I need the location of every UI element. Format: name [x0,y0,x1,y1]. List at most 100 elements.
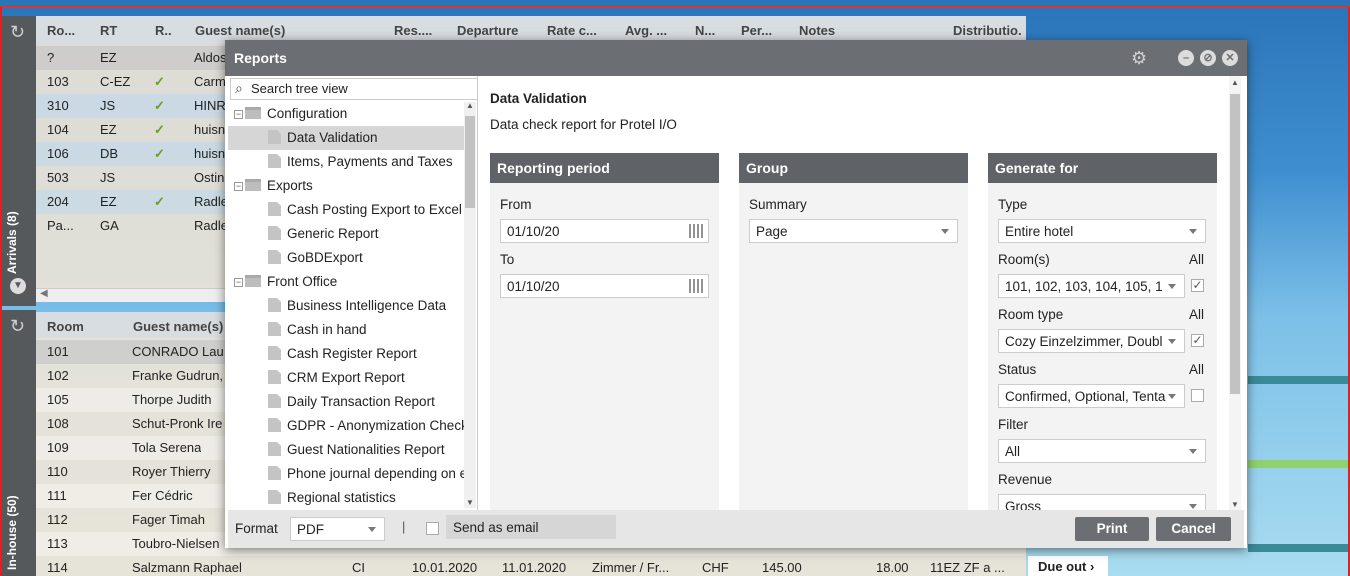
room-cell: 101 [47,344,69,359]
tree-label: Daily Transaction Report [287,394,435,409]
folder-icon [245,107,261,119]
check-icon: ✓ [154,74,165,89]
filter-select[interactable]: All [998,439,1206,463]
departure-cell: 11.01.2020 [502,560,567,575]
restore-icon[interactable]: ⊘ [1200,50,1216,66]
tree-folder-configuration[interactable]: − Configuration [234,102,347,126]
tree-folder-exports[interactable]: − Exports [234,174,313,198]
col-header[interactable]: Ro... [47,23,97,38]
close-icon[interactable]: ✕ [1222,50,1238,66]
scroll-up-icon[interactable]: ▲ [1231,78,1239,87]
send-email-checkbox[interactable] [426,522,439,535]
col-header[interactable]: Per... [741,23,786,38]
col-header[interactable]: Departure [457,23,537,38]
tree-folder-front-office[interactable]: − Front Office [234,270,337,294]
col-header[interactable]: R.. [155,23,180,38]
from-date-input[interactable]: 01/10/20 [500,219,709,243]
scroll-thumb[interactable] [465,116,475,208]
col-header[interactable]: N... [695,23,725,38]
col-header[interactable]: Notes [799,23,909,38]
report-settings-pane: Data Validation Data check report for Pr… [479,76,1231,510]
tree-item[interactable]: Cash Posting Export to Excel [268,198,462,222]
tree-item[interactable]: Guest Nationalities Report [268,438,445,462]
col-header[interactable]: Res.... [394,23,444,38]
currency-cell: CHF [702,560,729,575]
file-icon [268,154,281,168]
type-select[interactable]: Entire hotel [998,219,1206,243]
scroll-up-icon[interactable]: ▲ [466,101,474,110]
rooms-all-checkbox[interactable]: ✓ [1191,279,1204,292]
col-header[interactable]: Avg. ... [625,23,680,38]
tree-scrollbar[interactable]: ▲ ▼ [464,101,476,508]
room-type-select[interactable]: Cozy Einzelzimmer, Doubl [998,329,1185,353]
tree-item[interactable]: Business Intelligence Data [268,294,446,318]
col-header[interactable]: RT [100,23,145,38]
group-panel: Group Summary Page [739,153,968,510]
generate-for-panel: Generate for Type Entire hotel Room(s) A… [988,153,1217,510]
tree-item[interactable]: Cash in hand [268,318,367,342]
inhouse-label[interactable]: In-house (50) [5,495,19,570]
rooms-select[interactable]: 101, 102, 103, 104, 105, 1 [998,274,1185,298]
file-icon [268,298,281,312]
tree-item[interactable]: CRM Export Report [268,366,405,390]
scroll-down-icon[interactable]: ▼ [1231,500,1239,509]
cancel-button[interactable]: Cancel [1156,517,1231,541]
scroll-thumb[interactable] [1230,94,1240,394]
due-out-button[interactable]: Due out › [1028,556,1108,576]
name-cell: Radle [194,218,228,233]
search-icon: ⌕ [235,80,243,96]
tree-item[interactable]: Daily Transaction Report [268,390,435,414]
chevron-down-icon [1168,339,1176,344]
to-date-input[interactable]: 01/10/20 [500,274,709,298]
room-type-all-checkbox[interactable]: ✓ [1191,334,1204,347]
col-header[interactable]: Distributio. [953,23,1025,38]
col-header[interactable]: Room [47,319,84,334]
horizontal-scrollbar[interactable]: ◀ [36,288,226,302]
revenue-label: Revenue [998,472,1053,487]
refresh-icon[interactable]: ↻ [10,316,25,337]
calendar-icon[interactable] [689,224,705,238]
gear-icon[interactable]: ⚙ [1131,48,1147,69]
tree-label: Items, Payments and Taxes [287,154,453,169]
refresh-icon[interactable]: ↻ [10,22,25,43]
scroll-down-icon[interactable]: ▼ [466,498,474,507]
minimize-icon[interactable]: – [1178,50,1194,66]
status-all-checkbox[interactable] [1191,389,1204,402]
tree-item[interactable]: GoBDExport [268,246,363,270]
status-select[interactable]: Confirmed, Optional, Tenta [998,384,1185,408]
dialog-titlebar[interactable]: Reports [225,40,1247,76]
tree-item[interactable]: Regional statistics [268,486,396,508]
calendar-icon[interactable] [689,279,705,293]
folder-icon [245,179,261,191]
collapse-icon[interactable]: ▼ [10,278,26,294]
search-input[interactable]: ⌕ Search tree view [230,78,478,100]
type-label: Type [998,197,1028,212]
tree-label: Cash Register Report [287,346,417,361]
settings-scrollbar[interactable]: ▲ ▼ [1229,76,1241,510]
col-header[interactable]: Rate c... [547,23,617,38]
tree-item[interactable]: Cash Register Report [268,342,417,366]
tree-item[interactable]: Phone journal depending on e [268,462,464,486]
summary-select[interactable]: Page [749,219,958,243]
rt-cell: EZ [100,50,117,65]
rt-cell: EZ [100,122,117,137]
col-header[interactable]: Guest name(s) [133,319,223,334]
room-type-label: Room type [998,307,1064,322]
tree-item[interactable]: GDPR - Anonymization Check [268,414,464,438]
tree-item[interactable]: Items, Payments and Taxes [268,150,453,174]
col-header[interactable]: Guest name(s) [195,23,390,38]
name-cell: Salzmann Raphael [132,560,242,575]
name-cell: Fer Cédric [132,488,193,503]
report-tree-pane: ⌕ Search tree view − Configuration Data Va… [228,76,478,510]
room-cell: 112 [47,512,68,527]
format-select[interactable]: PDF [290,517,385,541]
room-cell: 204 [47,194,69,209]
name-cell: Toubro-Nielsen [132,536,220,551]
print-button[interactable]: Print [1075,517,1149,541]
tree-item[interactable]: Generic Report [268,222,379,246]
revenue-select[interactable]: Gross [998,494,1206,510]
table-row[interactable]: 114 Salzmann Raphael CI 10.01.2020 11.01… [36,556,1026,576]
arrivals-label[interactable]: Arrivals (8) [5,211,19,274]
send-as-email-label[interactable]: Send as email [446,515,616,539]
tree-item-data-validation[interactable]: Data Validation [228,126,464,150]
